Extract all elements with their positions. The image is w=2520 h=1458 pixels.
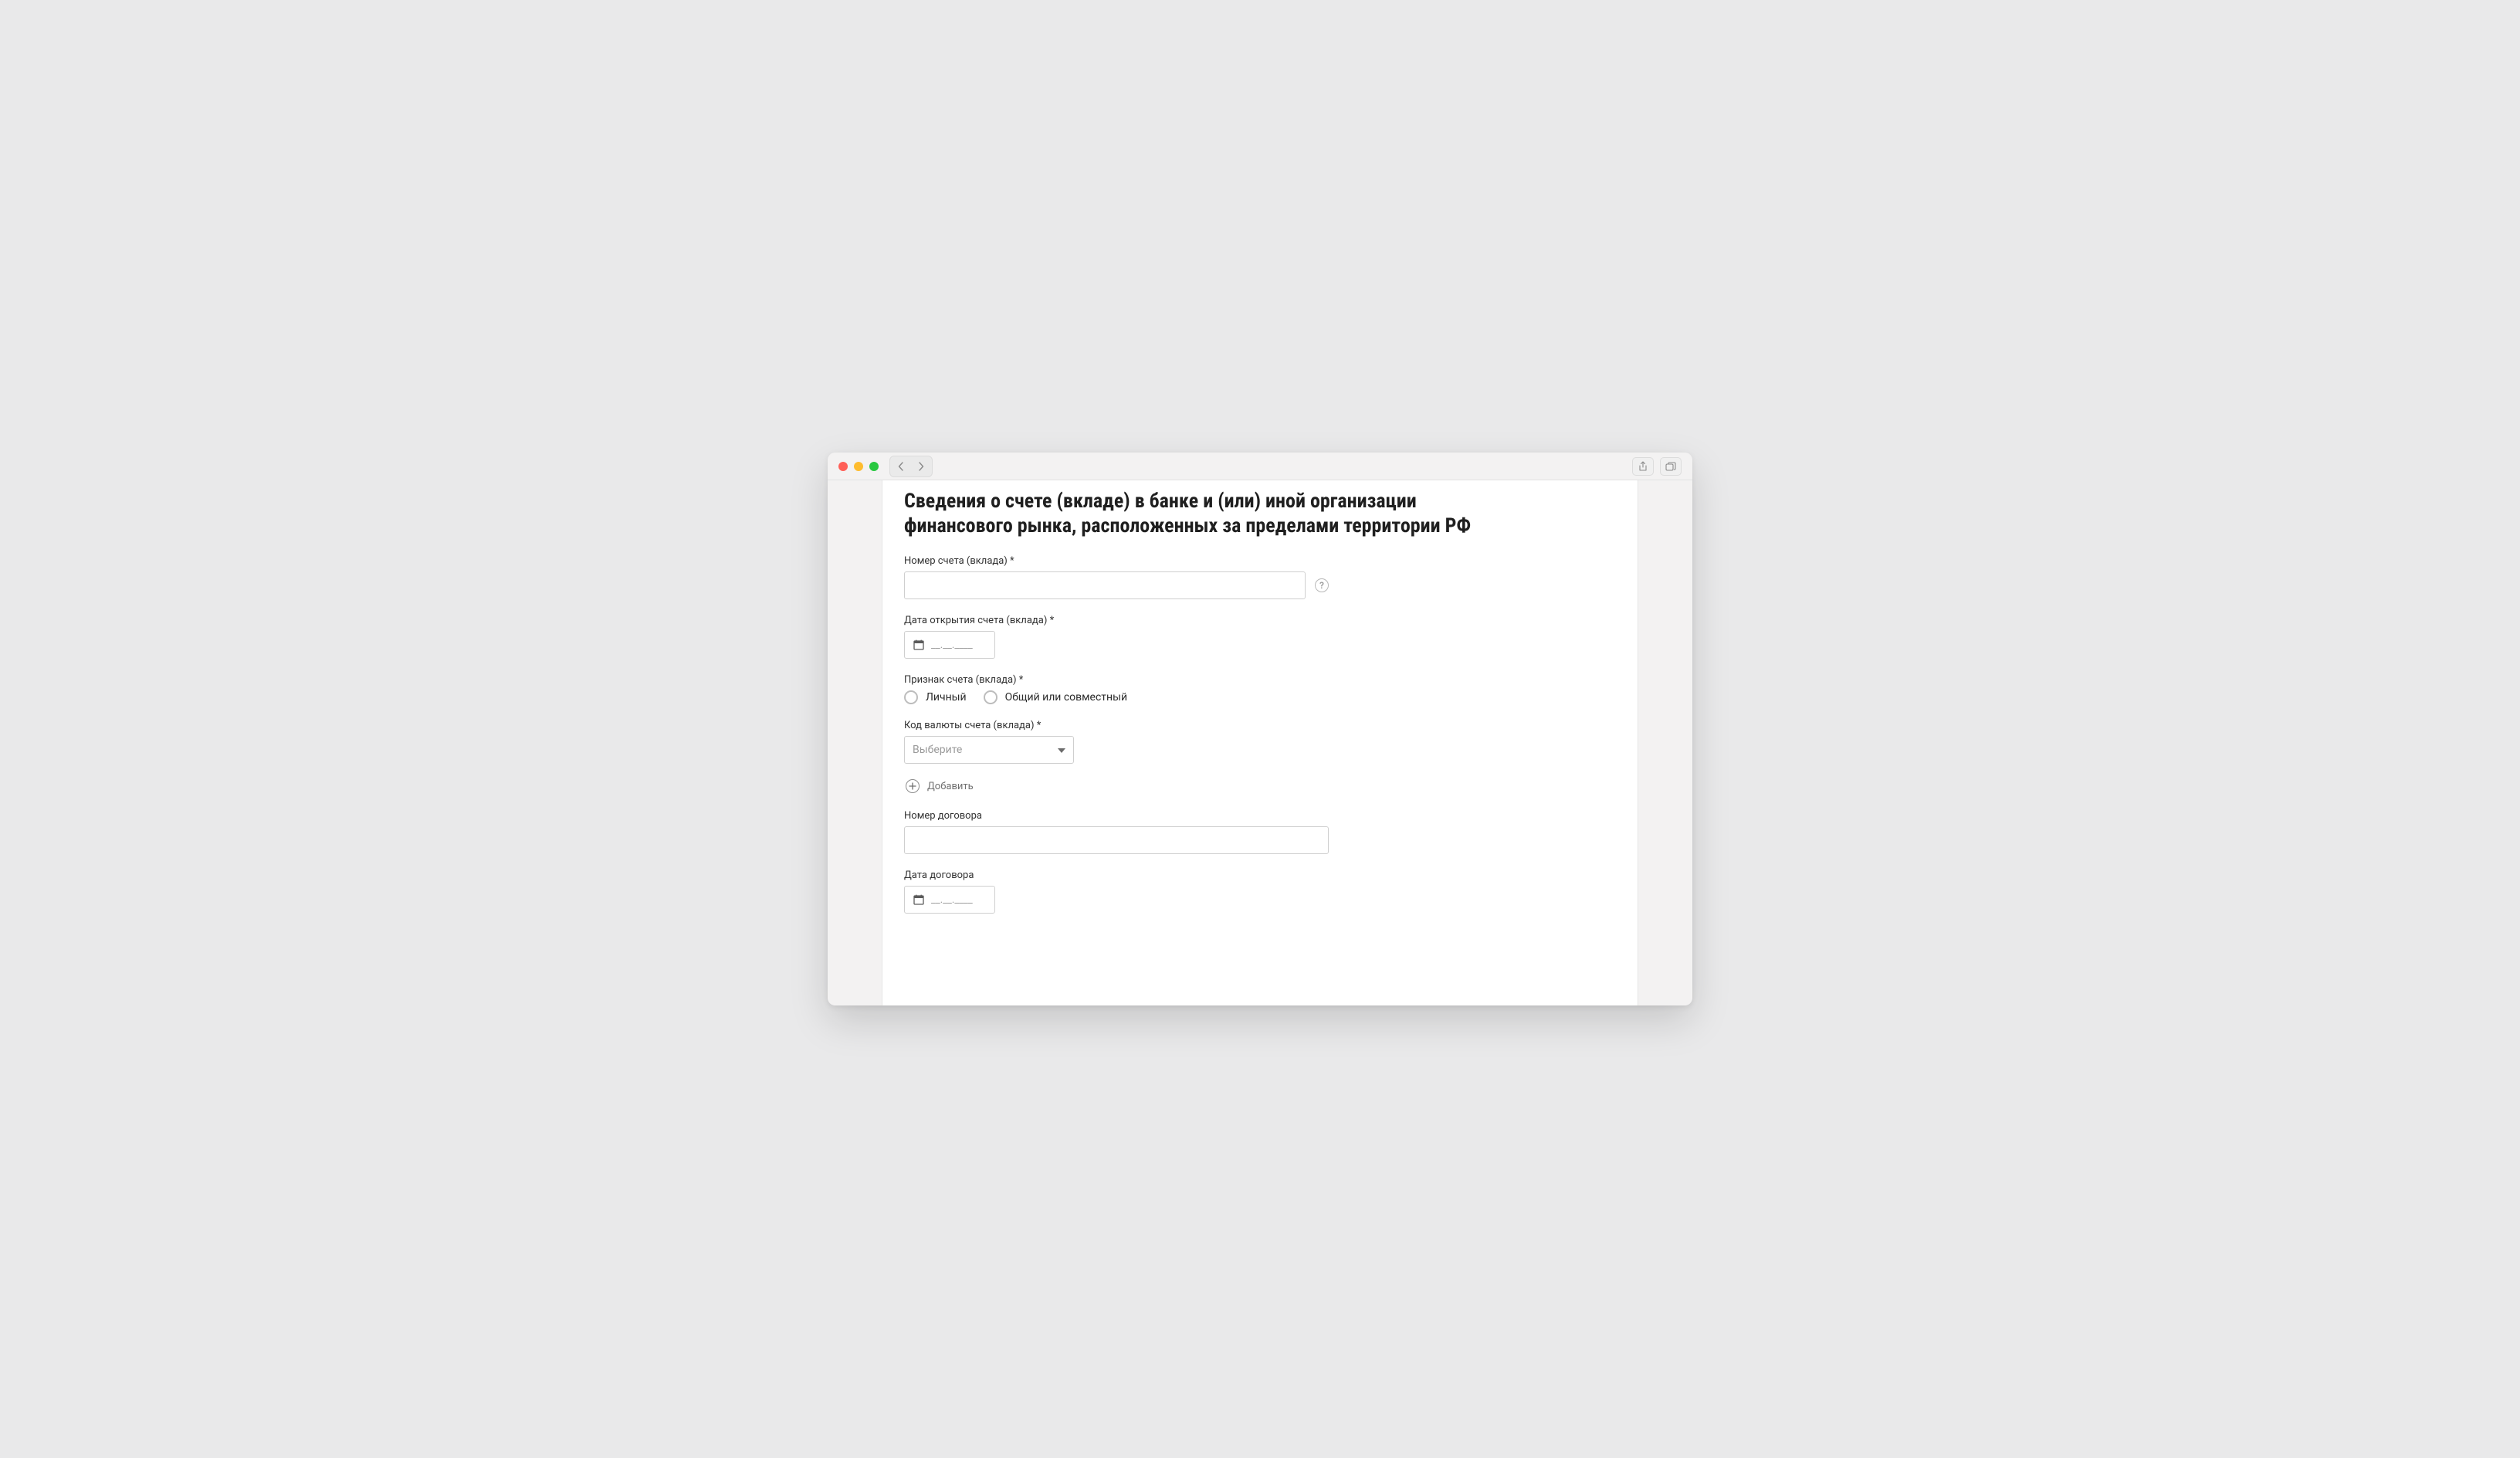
radio-circle-icon xyxy=(904,690,918,704)
contract-date-label: Дата договора xyxy=(904,870,1616,881)
close-window-button[interactable] xyxy=(838,462,848,471)
share-button[interactable] xyxy=(1632,457,1654,476)
open-date-placeholder: __.__.____ xyxy=(931,639,973,651)
minimize-window-button[interactable] xyxy=(854,462,863,471)
account-number-label: Номер счета (вклада) * xyxy=(904,555,1616,567)
share-icon xyxy=(1638,461,1648,472)
currency-label: Код валюты счета (вклада) * xyxy=(904,720,1616,731)
plus-circle-icon xyxy=(906,779,920,793)
open-date-input[interactable]: __.__.____ xyxy=(904,631,995,659)
currency-placeholder: Выберите xyxy=(913,744,962,756)
contract-date-field: Дата договора __.__.____ xyxy=(904,870,1616,914)
radio-circle-icon xyxy=(984,690,998,704)
maximize-window-button[interactable] xyxy=(869,462,879,471)
radio-shared[interactable]: Общий или совместный xyxy=(984,690,1127,704)
account-number-field: Номер счета (вклада) * ? xyxy=(904,555,1616,599)
contract-date-input[interactable]: __.__.____ xyxy=(904,886,995,914)
add-label: Добавить xyxy=(927,781,974,792)
account-number-input[interactable] xyxy=(904,571,1306,599)
calendar-icon xyxy=(913,893,925,906)
radio-personal-label: Личный xyxy=(926,691,967,704)
add-currency-button[interactable]: Добавить xyxy=(906,779,1616,793)
calendar-icon xyxy=(913,639,925,651)
radio-personal[interactable]: Личный xyxy=(904,690,967,704)
titlebar-right xyxy=(1632,457,1682,476)
currency-field: Код валюты счета (вклада) * Выберите xyxy=(904,720,1616,764)
open-date-field: Дата открытия счета (вклада) * __.__.___… xyxy=(904,615,1616,659)
currency-select[interactable]: Выберите xyxy=(904,736,1074,764)
chevron-left-icon xyxy=(898,462,904,471)
forward-button[interactable] xyxy=(912,458,930,475)
contract-date-placeholder: __.__.____ xyxy=(931,894,973,906)
window-controls xyxy=(838,462,879,471)
chevron-down-icon xyxy=(1058,744,1065,756)
contract-number-input[interactable] xyxy=(904,826,1329,854)
tabs-icon xyxy=(1665,462,1676,471)
window-titlebar xyxy=(828,453,1692,480)
account-type-field: Признак счета (вклада) * Личный Общий ил… xyxy=(904,674,1616,704)
contract-number-field: Номер договора xyxy=(904,810,1616,854)
contract-number-label: Номер договора xyxy=(904,810,1616,822)
content-area: Сведения о счете (вкладе) в банке и (или… xyxy=(828,480,1692,1005)
account-type-label: Признак счета (вклада) * xyxy=(904,674,1616,686)
chevron-right-icon xyxy=(918,462,924,471)
form-canvas: Сведения о счете (вкладе) в банке и (или… xyxy=(882,480,1638,1005)
page-title: Сведения о счете (вкладе) в банке и (или… xyxy=(904,490,1499,538)
nav-buttons xyxy=(889,456,933,477)
open-date-label: Дата открытия счета (вклада) * xyxy=(904,615,1616,626)
help-icon[interactable]: ? xyxy=(1315,578,1329,592)
back-button[interactable] xyxy=(892,458,910,475)
app-window: Сведения о счете (вкладе) в банке и (или… xyxy=(828,453,1692,1005)
tabs-button[interactable] xyxy=(1660,457,1682,476)
radio-shared-label: Общий или совместный xyxy=(1005,691,1127,704)
